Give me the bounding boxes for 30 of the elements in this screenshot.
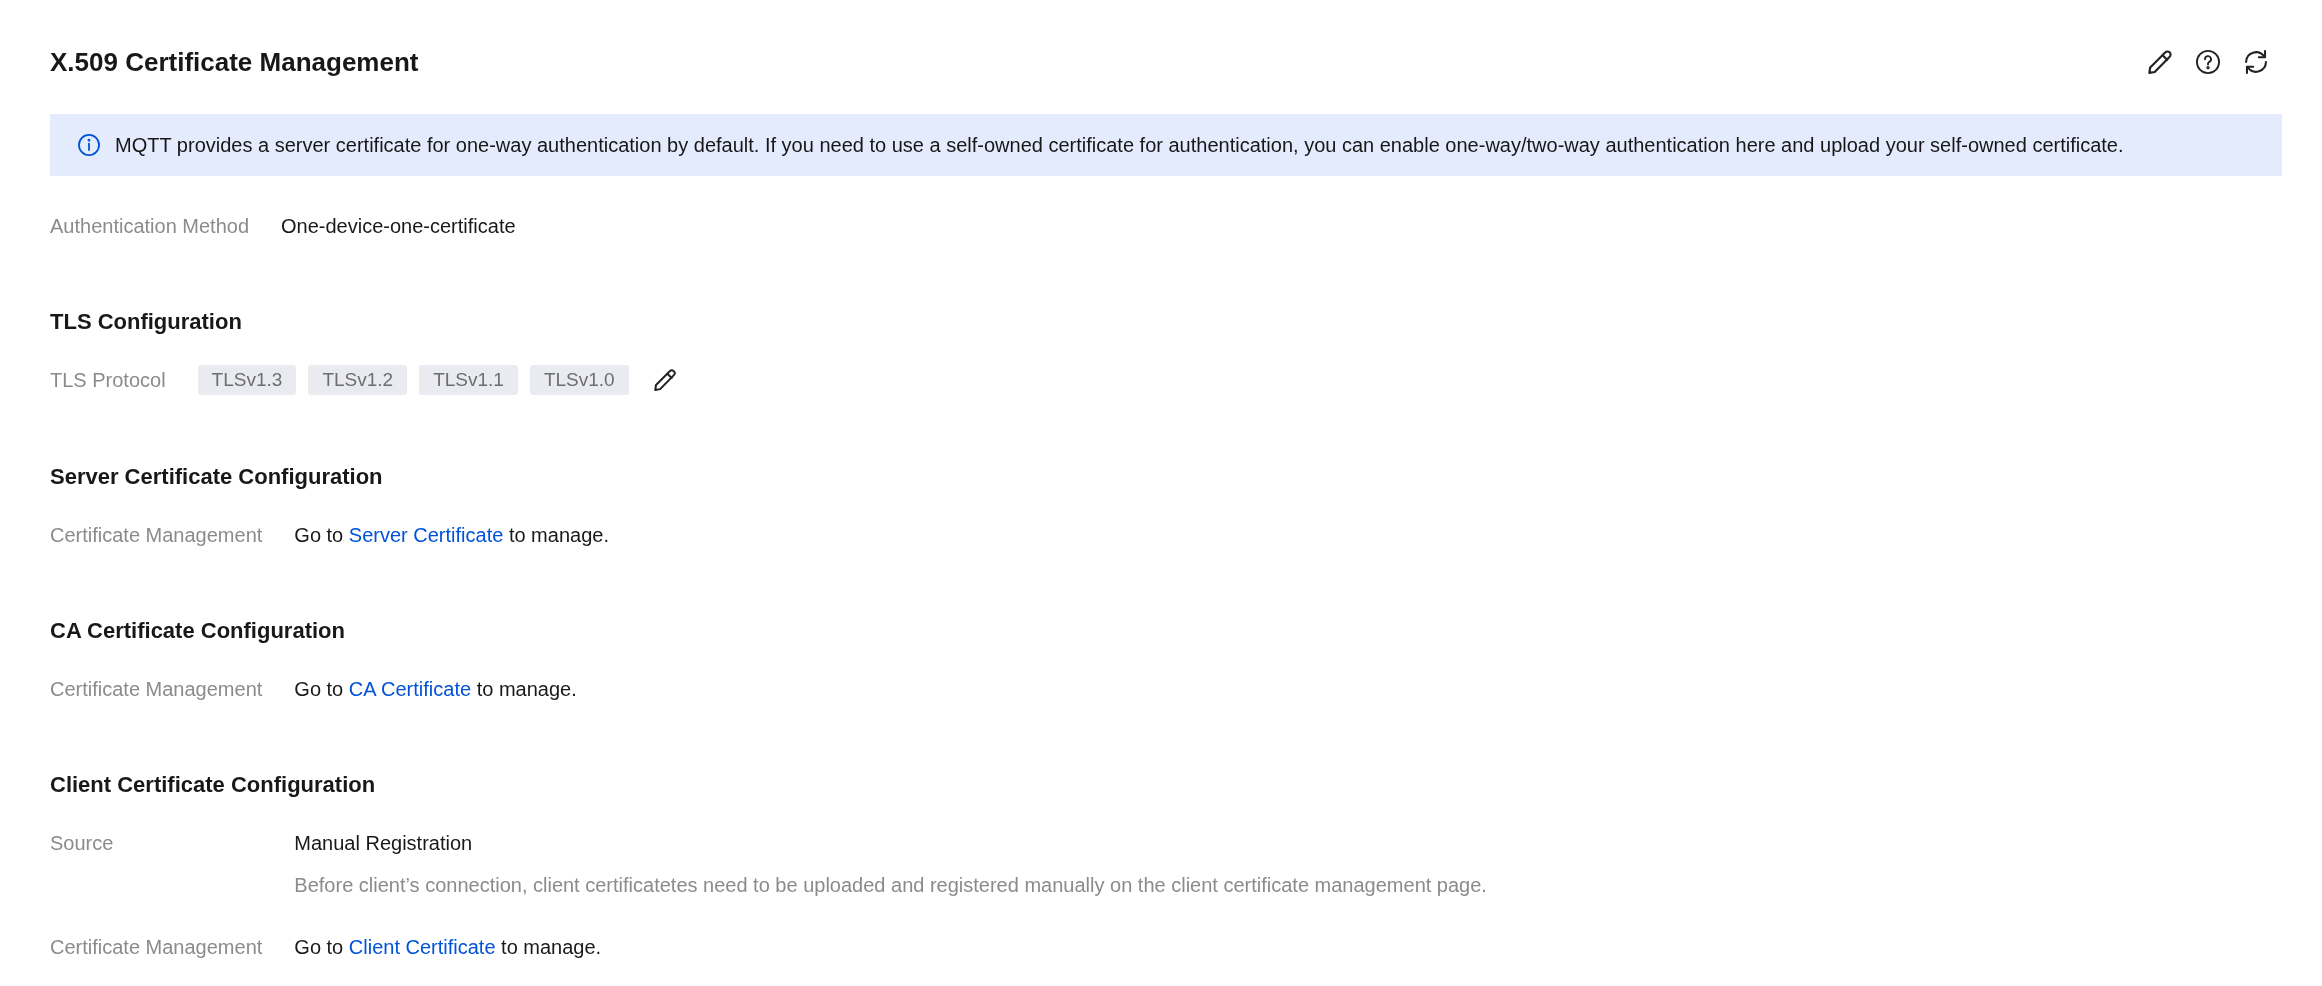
- section-heading: CA Certificate Configuration: [50, 617, 346, 645]
- field-label: Certificate Management: [50, 935, 263, 960]
- certificate-link[interactable]: Server Certificate: [348, 524, 504, 546]
- field-label: Certificate Management: [50, 677, 263, 702]
- section-heading: Server Certificate Configuration: [50, 463, 384, 491]
- field-value: Go to Client Certificate to manage.: [294, 935, 603, 960]
- field-value: Go to Server Certificate to manage.: [294, 523, 610, 548]
- info-icon: [78, 134, 100, 156]
- field-label: Source: [50, 831, 115, 856]
- tls-version-tag: TLSv1.0: [529, 365, 629, 395]
- page-title: X.509 Certificate Management: [50, 46, 419, 79]
- field-label: TLS Protocol: [50, 368, 166, 393]
- pencil-icon[interactable]: [2148, 50, 2172, 74]
- refresh-icon[interactable]: [2244, 50, 2268, 74]
- field-label: Certificate Management: [50, 523, 263, 548]
- field-value: Manual Registration: [294, 831, 473, 856]
- help-icon[interactable]: [2196, 50, 2220, 74]
- tls-version-tag: TLSv1.3: [197, 365, 297, 395]
- field-hint: Before client’s connection, client certificatetes need to be uploaded and registered manually on the client certificate management page.: [294, 873, 1487, 898]
- pencil-icon[interactable]: [653, 369, 676, 391]
- field-value: Go to CA Certificate to manage.: [294, 677, 578, 702]
- field-value: One-device-one-certificate: [281, 214, 516, 239]
- certificate-link[interactable]: Client Certificate: [348, 936, 496, 958]
- certificate-link[interactable]: CA Certificate: [348, 678, 472, 700]
- tls-version-tag: TLSv1.1: [419, 365, 518, 395]
- tls-version-tag: TLSv1.2: [308, 365, 408, 395]
- field-label: Authentication Method: [50, 214, 250, 239]
- info-banner-text: MQTT provides a server certificate for one-way authentication by default. If you need to use a self-owned certificate for authentication, you can enable one-way/two-way authentication here and upload your self-owned certificate.: [115, 133, 2124, 158]
- section-heading: Client Certificate Configuration: [50, 771, 377, 799]
- section-heading: TLS Configuration: [50, 308, 243, 336]
